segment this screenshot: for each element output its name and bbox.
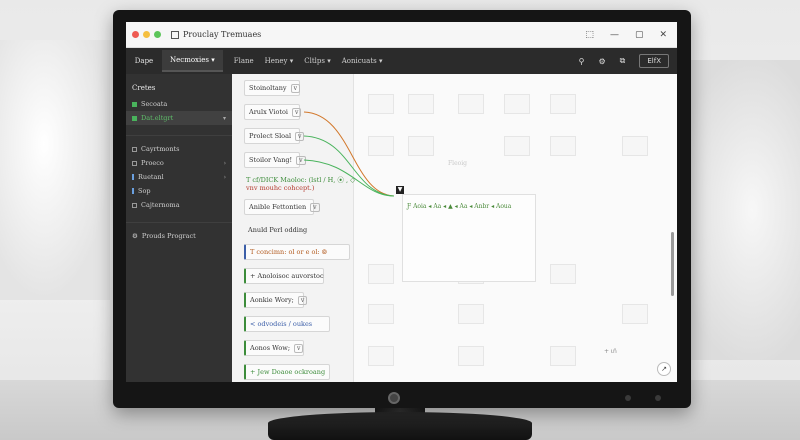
power-button[interactable] (388, 392, 400, 404)
collapse-marker-icon[interactable]: ▼ (396, 186, 404, 194)
maximize-icon[interactable]: ▢ (635, 30, 644, 40)
sidebar: Cretes Secoata Dat.eltgrt ▾ Cayrtmonts P… (126, 74, 232, 382)
sidebar-item-2-3[interactable]: Ruetanl › (126, 170, 232, 184)
screen: Prouclay Tremuaes ⬚ — ▢ ✕ Dape Necmoxies… (126, 22, 677, 382)
divider (126, 135, 232, 136)
sidebar-item-label: Cajternoma (141, 201, 180, 209)
sidebar-item-label: Proeco (141, 159, 164, 167)
background-right (680, 60, 800, 360)
sidebar-footer-item[interactable]: ⚙ Prouds Progract (126, 229, 232, 243)
expand-button[interactable]: ↗ (657, 362, 671, 376)
chevron-down-icon: ▾ (222, 114, 226, 122)
chevron-right-icon: › (223, 173, 226, 181)
close-dot-icon[interactable] (132, 31, 139, 38)
menu-tab-active-label: Necmoxies (170, 56, 209, 64)
square-icon (132, 202, 137, 208)
preview-row: Ƒ Aoia ◂ Aa ◂ ▲ ◂ Aa ◂ Anbr ◂ Aoua (407, 203, 512, 210)
background-left (0, 40, 110, 300)
title-bar: Prouclay Tremuaes ⬚ — ▢ ✕ (126, 22, 677, 48)
canvas-zoom-controls[interactable]: + ɩn̈ (604, 348, 617, 355)
window-controls: ⬚ — ▢ ✕ (585, 30, 667, 40)
menu-item-4-label: Aonicuats (341, 57, 377, 65)
sidebar-item-1[interactable]: Secoata (126, 97, 232, 111)
bar-icon (132, 188, 134, 194)
menu-bar: Dape Necmoxies ▾ Flane Heney ▾ Cltlps ▾ … (126, 48, 677, 74)
divider (126, 222, 232, 223)
workflow-canvas[interactable]: Fleoig Stoinoltany v Arulx Viotoi v Prol… (232, 74, 677, 382)
window-traffic-lights (132, 31, 161, 38)
sidebar-item-selected[interactable]: Dat.eltgrt ▾ (126, 111, 232, 125)
minimize-icon[interactable]: — (610, 30, 619, 40)
sidebar-item-label: Dat.eltgrt (141, 114, 174, 122)
connector-green (303, 135, 395, 197)
menu-item-2-label: Heney (264, 57, 288, 65)
menu-item-4[interactable]: Aonicuats ▾ (342, 57, 383, 65)
maximize-dot-icon[interactable] (154, 31, 161, 38)
preview-panel: Ƒ Aoia ◂ Aa ◂ ▲ ◂ Aa ◂ Anbr ◂ Aoua (402, 194, 536, 282)
minimize-dot-icon[interactable] (143, 31, 150, 38)
close-icon[interactable]: ✕ (659, 30, 667, 40)
sidebar-item-label: Sop (138, 187, 151, 195)
scrollbar[interactable] (671, 232, 674, 296)
sidebar-item-2-2[interactable]: Proeco › (126, 156, 232, 170)
restore-icon[interactable]: ⬚ (585, 30, 594, 40)
menu-brand[interactable]: Dape (130, 57, 158, 65)
sidebar-footer-label: Prouds Progract (141, 232, 196, 240)
sidebar-item-label: Secoata (141, 100, 168, 108)
menu-right-tools: ⚲ ⚙ ⧉ ElfX (579, 54, 669, 68)
square-icon (132, 115, 137, 121)
chevron-right-icon: › (223, 159, 226, 167)
connector-orange (303, 111, 395, 197)
square-icon (132, 146, 137, 152)
monitor-indicator (655, 395, 661, 401)
sidebar-item-2-5[interactable]: Cajternoma (126, 198, 232, 212)
menu-tab-active[interactable]: Necmoxies ▾ (162, 50, 223, 72)
menu-item-3[interactable]: Cltlps ▾ (304, 57, 330, 65)
square-icon (132, 160, 137, 166)
gear-icon: ⚙ (132, 232, 138, 240)
sidebar-item-label: Ruetanl (138, 173, 164, 181)
connector-green (303, 159, 395, 197)
menu-item-1[interactable]: Flane (234, 57, 254, 65)
menu-item-2[interactable]: Heney ▾ (265, 57, 294, 65)
monitor-stand-base (268, 412, 532, 440)
export-button[interactable]: ElfX (639, 54, 669, 68)
sidebar-item-label: Cayrtmonts (141, 145, 180, 153)
app-icon (171, 30, 179, 39)
monitor-indicator (625, 395, 631, 401)
sidebar-item-2-4[interactable]: Sop (126, 184, 232, 198)
bar-icon (132, 174, 134, 180)
sidebar-header: Cretes (132, 84, 156, 92)
sidebar-item-2-1[interactable]: Cayrtmonts (126, 142, 232, 156)
menu-item-3-label: Cltlps (304, 57, 325, 65)
window-title: Prouclay Tremuaes (183, 30, 262, 39)
square-icon (132, 101, 137, 107)
window-icon[interactable]: ⧉ (620, 56, 626, 66)
search-icon[interactable]: ⚲ (579, 57, 585, 66)
settings-icon[interactable]: ⚙ (598, 57, 605, 66)
